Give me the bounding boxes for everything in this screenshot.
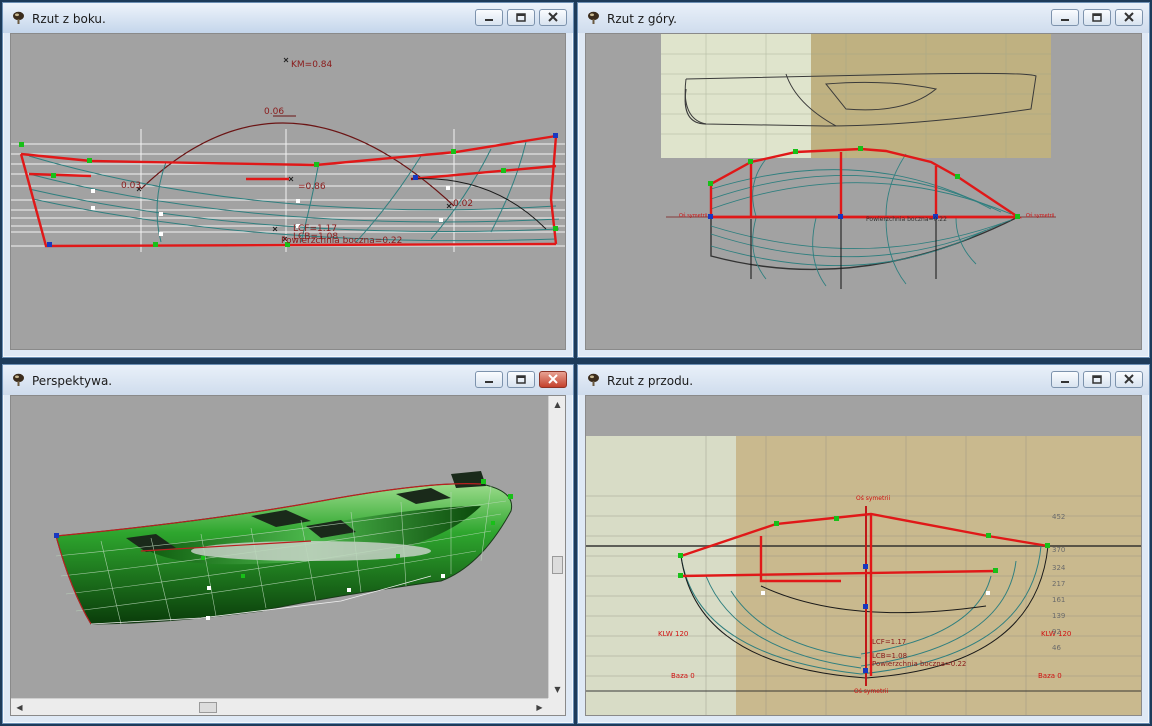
top-view-titlebar[interactable]: Rzut z góry.	[578, 3, 1149, 33]
side-view-titlebar[interactable]: Rzut z boku.	[3, 3, 573, 33]
window-title: Rzut z przodu.	[607, 374, 694, 388]
horizontal-scrollbar[interactable]: ◀ ▶	[11, 698, 548, 715]
close-icon	[548, 12, 558, 22]
level-value: 46	[1052, 644, 1061, 652]
maximize-button[interactable]	[1083, 9, 1111, 26]
minimize-button[interactable]	[1051, 371, 1079, 388]
app-icon	[588, 11, 599, 24]
background-drawing-image	[661, 34, 1051, 158]
km-label: KM=0.84	[291, 60, 333, 70]
symmetry-axis-right: Oś symetrii	[1026, 212, 1054, 219]
front-view-canvas[interactable]: Oś symetrii Oś symetrii KLW 120 KLW 120 …	[585, 395, 1142, 716]
perspective-window[interactable]: Perspektywa. ▲ ▼ ◀ ▶	[2, 364, 574, 724]
top-view-window[interactable]: Rzut z góry. Oś symetrii Oś symetrii Pow…	[577, 2, 1150, 358]
maximize-icon	[1092, 13, 1102, 22]
level-value: 324	[1052, 564, 1066, 572]
level-value: 217	[1052, 580, 1065, 588]
top-view-canvas[interactable]: Oś symetrii Oś symetrii Powierzchnia boc…	[585, 33, 1142, 350]
minimize-icon	[485, 381, 493, 383]
scroll-left-icon[interactable]: ◀	[11, 699, 28, 715]
symmetry-axis-bottom: Oś symetrii	[854, 688, 888, 695]
mid-value-label: =0.86	[298, 182, 326, 192]
front-view-window[interactable]: Rzut z przodu. Oś symetrii Oś symetrii K…	[577, 364, 1150, 724]
close-icon	[1124, 374, 1134, 384]
close-button[interactable]	[539, 9, 567, 26]
scroll-up-icon[interactable]: ▲	[549, 396, 565, 413]
arc-peak-label: 0.06	[264, 107, 284, 117]
maximize-button[interactable]	[507, 9, 535, 26]
right-value-label: 0.02	[453, 199, 473, 209]
close-icon	[1124, 12, 1134, 22]
level-value: 161	[1052, 596, 1065, 604]
minimize-button[interactable]	[475, 371, 503, 388]
scroll-right-icon[interactable]: ▶	[531, 699, 548, 715]
level-value: 139	[1052, 612, 1065, 620]
app-icon	[13, 11, 24, 24]
left-value-label: 0.03	[121, 181, 141, 191]
base-right-label: Baza 0	[1038, 672, 1062, 680]
maximize-icon	[516, 13, 526, 22]
lcf-label: LCF=1.17	[872, 638, 906, 646]
maximize-button[interactable]	[507, 371, 535, 388]
window-title: Rzut z boku.	[32, 12, 106, 26]
horizontal-scroll-thumb[interactable]	[199, 702, 217, 713]
maximize-button[interactable]	[1083, 371, 1111, 388]
scroll-down-icon[interactable]: ▼	[549, 681, 565, 698]
app-icon	[13, 373, 24, 386]
side-view-canvas[interactable]: KM=0.84 0.06 0.03 0.02 =0.86 LCF=1.17 LC…	[10, 33, 566, 350]
close-button[interactable]	[1115, 371, 1143, 388]
level-value: 452	[1052, 513, 1065, 521]
scroll-corner	[548, 698, 565, 715]
minimize-icon	[1061, 19, 1069, 21]
klw-left-label: KLW 120	[658, 630, 688, 638]
window-title: Rzut z góry.	[607, 12, 677, 26]
side-view-window[interactable]: Rzut z boku. KM=0.84 0.06 0.03 0.02 =0.8…	[2, 2, 574, 358]
lcb-label: LCB=1.08	[872, 652, 907, 660]
minimize-button[interactable]	[475, 9, 503, 26]
maximize-icon	[516, 375, 526, 384]
lateral-area-label: Powierzchnia boczna=0.22	[281, 236, 402, 246]
front-view-drawing[interactable]: Oś symetrii Oś symetrii KLW 120 KLW 120 …	[586, 396, 1142, 716]
symmetry-axis-top: Oś symetrii	[856, 495, 890, 502]
minimize-icon	[1061, 381, 1069, 383]
side-view-drawing[interactable]: KM=0.84 0.06 0.03 0.02 =0.86 LCF=1.17 LC…	[11, 34, 566, 350]
perspective-drawing[interactable]	[11, 396, 566, 716]
level-value: 370	[1052, 546, 1065, 554]
close-button[interactable]	[539, 371, 567, 388]
perspective-canvas[interactable]: ▲ ▼ ◀ ▶	[10, 395, 566, 716]
perspective-titlebar[interactable]: Perspektywa.	[3, 365, 573, 395]
maximize-icon	[1092, 375, 1102, 384]
vertical-scrollbar[interactable]: ▲ ▼	[548, 396, 565, 698]
front-view-titlebar[interactable]: Rzut z przodu.	[578, 365, 1149, 395]
app-icon	[588, 373, 599, 386]
symmetry-axis-left: Oś symetrii	[679, 212, 707, 219]
base-left-label: Baza 0	[671, 672, 695, 680]
lateral-area-label: Powierzchnia boczna=0.22	[872, 660, 966, 668]
vertical-scroll-thumb[interactable]	[552, 556, 563, 574]
minimize-icon	[485, 19, 493, 21]
close-button[interactable]	[1115, 9, 1143, 26]
top-view-drawing[interactable]: Oś symetrii Oś symetrii Powierzchnia boc…	[586, 34, 1142, 350]
lateral-area-label: Powierzchnia boczna=0.22	[866, 216, 947, 223]
close-icon	[548, 374, 558, 384]
level-value: 92	[1052, 628, 1061, 636]
window-title: Perspektywa.	[32, 374, 113, 388]
minimize-button[interactable]	[1051, 9, 1079, 26]
